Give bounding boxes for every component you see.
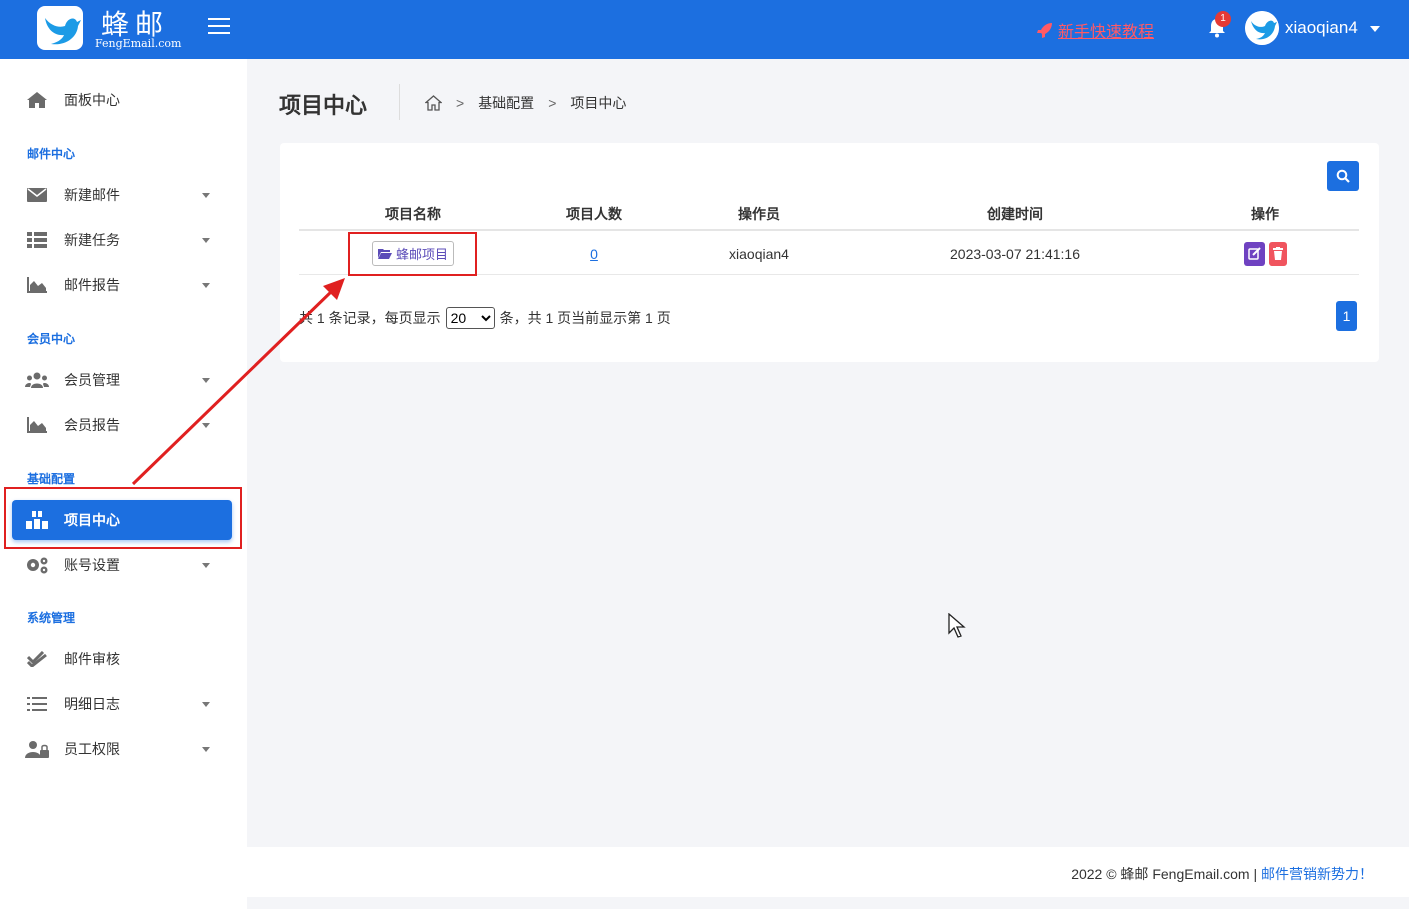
sidebar-item-member-manage[interactable]: 会员管理 <box>12 360 232 400</box>
mouse-cursor-icon <box>948 613 966 638</box>
tutorial-label: 新手快速教程 <box>1058 24 1155 41</box>
table-header: 项目名称 项目人数 操作员 创建时间 操作 <box>299 199 1359 231</box>
rocket-icon <box>1037 23 1052 38</box>
sidebar-item-mail-report[interactable]: 邮件报告 <box>12 265 232 305</box>
chevron-down-icon <box>202 378 210 383</box>
envelope-icon <box>25 186 49 204</box>
sidebar-item-staff-permission[interactable]: 员工权限 <box>12 729 232 769</box>
sidebar-item-label: 会员管理 <box>64 372 120 388</box>
sidebar-item-label: 邮件报告 <box>64 277 120 293</box>
page-size-select[interactable]: 20 <box>445 307 495 329</box>
chevron-down-icon[interactable] <box>1370 26 1380 32</box>
sidebar-item-label: 新建任务 <box>64 232 120 248</box>
logo-subtitle: FengEmail.com <box>95 37 182 50</box>
sidebar-item-label: 邮件审核 <box>64 651 120 667</box>
avatar[interactable] <box>1245 11 1279 45</box>
column-header[interactable]: 项目人数 <box>534 199 654 229</box>
check-double-icon <box>25 650 49 668</box>
sidebar-item-label: 账号设置 <box>64 557 120 573</box>
sidebar-item-detail-log[interactable]: 明细日志 <box>12 684 232 724</box>
username[interactable]: xiaoqian4 <box>1285 18 1358 38</box>
sidebar-item-label: 新建邮件 <box>64 187 120 203</box>
pagination-text-b: 条，共 1 页当前显示第 1 页 <box>499 310 671 326</box>
sidebar-item-member-report[interactable]: 会员报告 <box>12 405 232 445</box>
area-chart-icon <box>25 416 49 434</box>
delete-button[interactable] <box>1268 241 1287 266</box>
list-icon <box>25 695 49 713</box>
highlight-box-sidebar-item <box>4 487 242 549</box>
user-lock-icon <box>25 740 49 758</box>
breadcrumb-item: 项目中心 <box>570 95 627 111</box>
chevron-down-icon <box>202 702 210 707</box>
chevron-right-icon: > <box>456 95 465 111</box>
footer: 2022 © 蜂邮 FengEmail.com | 邮件营销新势力！ <box>247 847 1409 897</box>
highlight-box-project-name <box>348 232 477 276</box>
users-icon <box>25 371 49 389</box>
operator: xiaoqian4 <box>729 245 789 262</box>
search-button[interactable] <box>1327 161 1359 191</box>
sidebar-item-new-task[interactable]: 新建任务 <box>12 220 232 260</box>
table-icon <box>25 231 49 249</box>
sidebar-item-dashboard[interactable]: 面板中心 <box>12 80 232 120</box>
home-icon <box>25 91 49 109</box>
column-header[interactable]: 操作员 <box>699 199 819 229</box>
chevron-down-icon <box>202 238 210 243</box>
chevron-right-icon: > <box>548 95 557 111</box>
chevron-down-icon <box>202 193 210 198</box>
home-icon[interactable] <box>425 95 442 111</box>
breadcrumb-item[interactable]: 基础配置 <box>478 93 534 113</box>
sidebar-group-basic: 基础配置 <box>27 472 76 486</box>
footer-copyright: 2022 © 蜂邮 FengEmail.com | <box>1071 866 1258 882</box>
sidebar-item-label: 面板中心 <box>64 92 120 108</box>
column-header[interactable]: 创建时间 <box>935 199 1095 229</box>
edit-icon <box>1247 247 1261 260</box>
page-number-button[interactable]: 1 <box>1336 301 1357 331</box>
chevron-down-icon <box>202 423 210 428</box>
sidebar: 面板中心 邮件中心 新建邮件 新建任务 邮件报告 会员中心 会员管理 会员报告 … <box>0 59 247 909</box>
column-header[interactable]: 项目名称 <box>353 199 473 229</box>
tutorial-link[interactable]: 新手快速教程 <box>1036 18 1154 42</box>
chevron-down-icon <box>202 283 210 288</box>
cogs-icon <box>25 556 49 574</box>
member-count-link[interactable]: 0 <box>590 246 598 262</box>
breadcrumb: > 基础配置 > 项目中心 <box>425 93 626 113</box>
pagination-text-a: 共 1 条记录，每页显示 <box>299 310 441 326</box>
sidebar-group-member: 会员中心 <box>27 332 76 346</box>
sidebar-item-label: 员工权限 <box>64 741 120 757</box>
title-divider <box>399 84 400 120</box>
sidebar-group-mail: 邮件中心 <box>27 147 76 161</box>
sidebar-item-label: 会员报告 <box>64 417 120 433</box>
area-chart-icon <box>25 276 49 294</box>
logo-icon[interactable] <box>37 6 83 50</box>
edit-button[interactable] <box>1243 241 1265 266</box>
pagination-info: 共 1 条记录，每页显示 20 条，共 1 页当前显示第 1 页 <box>299 307 671 329</box>
menu-toggle-icon[interactable] <box>208 18 230 36</box>
trash-icon <box>1272 247 1283 260</box>
sidebar-item-new-mail[interactable]: 新建邮件 <box>12 175 232 215</box>
sidebar-group-system: 系统管理 <box>27 611 76 625</box>
sidebar-item-label: 明细日志 <box>64 696 120 712</box>
column-header: 操作 <box>1251 206 1279 222</box>
chevron-down-icon <box>202 747 210 752</box>
sidebar-item-account-settings[interactable]: 账号设置 <box>12 545 232 585</box>
notification-badge: 1 <box>1215 11 1231 27</box>
footer-slogan-link[interactable]: 邮件营销新势力！ <box>1261 866 1373 882</box>
top-header: 蜂邮 FengEmail.com 新手快速教程 1 xiaoqian4 <box>0 0 1409 59</box>
page-title: 项目中心 <box>279 93 368 118</box>
created-time: 2023-03-07 21:41:16 <box>950 245 1080 262</box>
search-icon <box>1336 169 1350 183</box>
sidebar-item-mail-review[interactable]: 邮件审核 <box>12 639 232 679</box>
chevron-down-icon <box>202 563 210 568</box>
